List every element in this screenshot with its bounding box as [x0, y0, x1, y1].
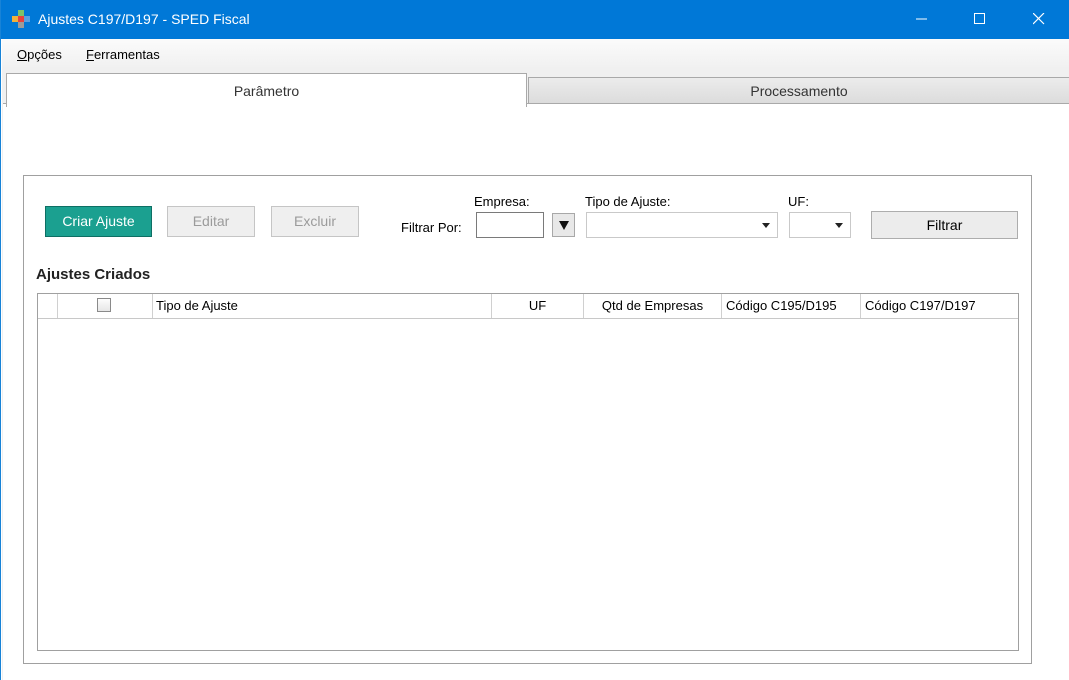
filtrar-por-label: Filtrar Por: — [401, 220, 462, 235]
window-title: Ajustes C197/D197 - SPED Fiscal — [38, 11, 250, 27]
chevron-down-icon — [762, 223, 770, 228]
triangle-down-icon — [559, 221, 569, 230]
uf-select[interactable] — [789, 212, 851, 238]
column-header-codigo-c195[interactable]: Código C195/D195 — [722, 294, 861, 318]
empresa-input[interactable] — [476, 212, 544, 238]
filtrar-button[interactable]: Filtrar — [871, 211, 1018, 239]
tab-page-parametro: Criar Ajuste Editar Excluir Filtrar Por:… — [3, 103, 1069, 680]
empresa-dropdown-button[interactable] — [552, 213, 575, 237]
editar-button[interactable]: Editar — [167, 206, 255, 237]
ajustes-grid[interactable]: Tipo de Ajuste UF Qtd de Empresas Código… — [37, 293, 1019, 651]
minimize-button[interactable] — [894, 0, 952, 39]
select-all-checkbox[interactable] — [97, 298, 111, 312]
title-bar[interactable]: Ajustes C197/D197 - SPED Fiscal — [1, 0, 1069, 39]
chevron-down-icon — [835, 223, 843, 228]
minimize-icon — [916, 18, 927, 20]
tab-processamento[interactable]: Processamento — [528, 77, 1069, 104]
select-all-header — [58, 294, 153, 318]
column-header-uf[interactable]: UF — [492, 294, 584, 318]
menu-ferramentas-mnemonic: F — [86, 47, 94, 62]
app-cross-icon — [12, 10, 30, 28]
tipo-ajuste-select[interactable] — [586, 212, 778, 238]
menu-opcoes[interactable]: Opções — [17, 47, 62, 62]
menu-ferramentas[interactable]: Ferramentas — [86, 47, 160, 62]
grid-header: Tipo de Ajuste UF Qtd de Empresas Código… — [38, 294, 1018, 319]
excluir-button[interactable]: Excluir — [271, 206, 359, 237]
section-title: Ajustes Criados — [36, 266, 151, 283]
empresa-label: Empresa: — [474, 194, 530, 209]
menu-ferramentas-rest: erramentas — [93, 47, 160, 62]
column-header-codigo-c197[interactable]: Código C197/D197 — [861, 294, 1018, 318]
row-indicator-header — [38, 294, 58, 318]
tipo-ajuste-label: Tipo de Ajuste: — [585, 194, 671, 209]
criar-ajuste-button[interactable]: Criar Ajuste — [45, 206, 152, 237]
maximize-button[interactable] — [952, 0, 1010, 39]
app-window: Ajustes C197/D197 - SPED Fiscal Opções F… — [0, 0, 1069, 680]
uf-label: UF: — [788, 194, 809, 209]
tab-control: Parâmetro Processamento Criar Ajuste Edi… — [2, 69, 1069, 680]
ajustes-panel: Criar Ajuste Editar Excluir Filtrar Por:… — [23, 175, 1032, 664]
menu-opcoes-mnemonic: O — [17, 47, 28, 62]
menu-bar: Opções Ferramentas — [2, 39, 1069, 69]
tab-parametro[interactable]: Parâmetro — [6, 73, 527, 107]
column-header-qtd-empresas[interactable]: Qtd de Empresas — [584, 294, 722, 318]
close-icon — [1033, 13, 1045, 25]
maximize-icon — [974, 13, 985, 24]
column-header-tipo-ajuste[interactable]: Tipo de Ajuste — [153, 294, 492, 318]
menu-opcoes-rest: pções — [27, 47, 62, 62]
close-button[interactable] — [1011, 0, 1069, 39]
